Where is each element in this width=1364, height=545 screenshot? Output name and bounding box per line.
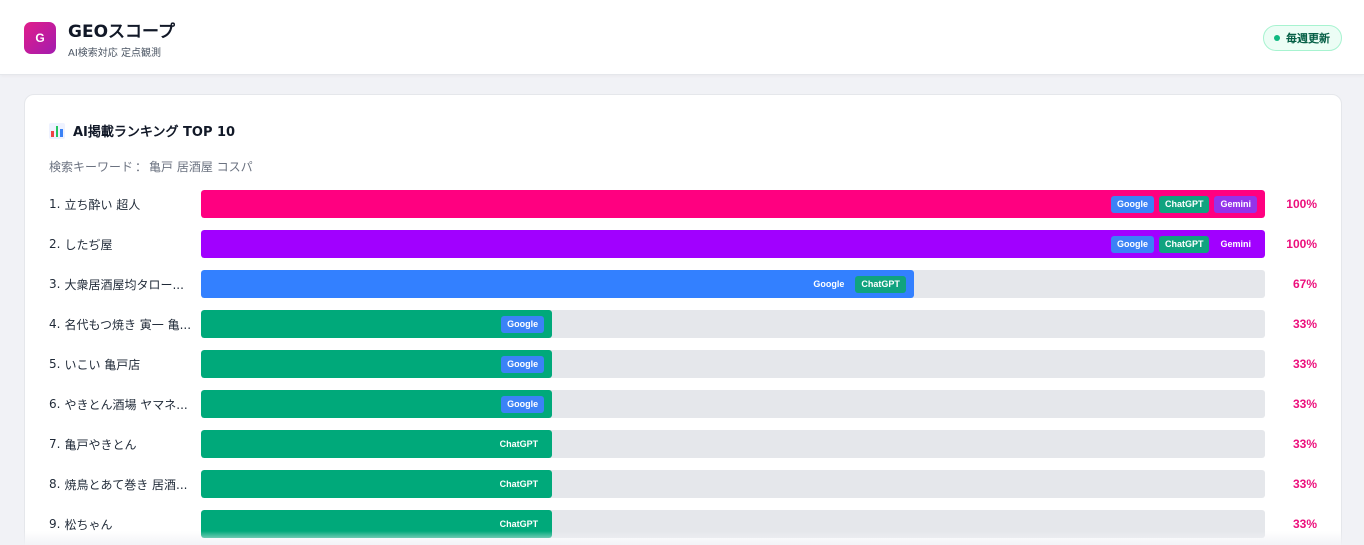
ranking-row: 4. 名代もつ焼き 寅一 亀... Google 33%	[49, 310, 1319, 350]
percent-value: 33%	[1292, 357, 1317, 371]
rank-label: 1. 立ち酔い 超人	[49, 190, 194, 218]
percent-value: 33%	[1292, 397, 1317, 411]
update-badge-label: 毎週更新	[1286, 32, 1330, 45]
source-badge-chatgpt: ChatGPT	[499, 519, 539, 529]
rank-label: 2. したぢ屋	[49, 230, 194, 258]
bar-fill: ChatGPT	[201, 470, 553, 498]
restaurant-name: 松ちゃん	[64, 517, 113, 532]
ranking-card: AI掲載ランキング TOP 10 検索キーワード：亀戸 居酒屋 コスパ 1. 立ち…	[24, 94, 1342, 545]
source-badge-chatgpt: ChatGPT	[1158, 235, 1210, 253]
source-badge-chatgpt: ChatGPT	[499, 439, 539, 449]
app-subtitle: AI検索対応 定点観測	[68, 48, 161, 59]
restaurant-name: 名代もつ焼き 寅一 亀...	[64, 317, 192, 332]
bar-track: Google ChatGPT	[201, 270, 1265, 298]
logo-letter: G	[35, 31, 45, 45]
source-badge-google: Google	[501, 395, 545, 413]
rank-label: 8. 焼鳥とあて巻き 居酒...	[49, 470, 194, 498]
source-badge-chatgpt: ChatGPT	[499, 479, 539, 489]
rank-number: 2.	[49, 237, 61, 251]
bar-fill: ChatGPT	[201, 430, 553, 458]
rank-number: 7.	[49, 437, 61, 451]
percent-value: 33%	[1292, 317, 1317, 331]
rank-number: 8.	[49, 477, 61, 491]
rank-label: 4. 名代もつ焼き 寅一 亀...	[49, 310, 194, 338]
weekly-update-badge: 毎週更新	[1263, 25, 1342, 51]
ranking-row: 9. 松ちゃん ChatGPT 33%	[49, 510, 1319, 545]
source-badge-gemini: Gemini	[1214, 195, 1257, 213]
bar-track: ChatGPT	[201, 430, 1265, 458]
ranking-row: 6. やきとん酒場 ヤマネ... Google 33%	[49, 390, 1319, 430]
ranking-row: 2. したぢ屋 Google ChatGPT Gemini 100%	[49, 230, 1319, 270]
ranking-heading: AI掲載ランキング TOP 10	[49, 121, 235, 140]
bar-fill: Google ChatGPT Gemini	[201, 190, 1265, 218]
percent-value: 100%	[1286, 237, 1317, 251]
rank-number: 6.	[49, 397, 61, 411]
source-badge-google: Google	[501, 355, 545, 373]
restaurant-name: いこい 亀戸店	[64, 357, 141, 372]
rank-number: 5.	[49, 357, 61, 371]
rank-label: 3. 大衆居酒屋均タロー...	[49, 270, 194, 298]
restaurant-name: やきとん酒場 ヤマネ...	[64, 397, 188, 412]
percent-value: 33%	[1292, 517, 1317, 531]
keyword-separator: ：	[135, 160, 148, 174]
keyword-value: 亀戸 居酒屋 コスパ	[149, 160, 253, 174]
ranking-row: 5. いこい 亀戸店 Google 33%	[49, 350, 1319, 390]
restaurant-name: 亀戸やきとん	[64, 437, 137, 452]
bar-track: ChatGPT	[201, 510, 1265, 538]
percent-value: 67%	[1292, 277, 1317, 291]
source-badge-google: Google	[501, 315, 545, 333]
rank-label: 9. 松ちゃん	[49, 510, 194, 538]
restaurant-name: 焼鳥とあて巻き 居酒...	[64, 477, 188, 492]
bar-track: Google ChatGPT Gemini	[201, 190, 1265, 218]
ranking-row: 7. 亀戸やきとん ChatGPT 33%	[49, 430, 1319, 470]
rank-label: 6. やきとん酒場 ヤマネ...	[49, 390, 194, 418]
bar-fill: Google	[201, 350, 553, 378]
bar-track: Google ChatGPT Gemini	[201, 230, 1265, 258]
rank-number: 4.	[49, 317, 61, 331]
search-keyword: 検索キーワード：亀戸 居酒屋 コスパ	[49, 158, 253, 175]
source-badge-google: Google	[1110, 235, 1154, 253]
percent-value: 100%	[1286, 197, 1317, 211]
bar-fill: Google ChatGPT Gemini	[201, 230, 1265, 258]
status-dot-icon	[1274, 35, 1280, 41]
rank-number: 1.	[49, 197, 61, 211]
percent-value: 33%	[1292, 477, 1317, 491]
app-header: G GEOスコープ AI検索対応 定点観測 毎週更新	[0, 0, 1364, 75]
bar-fill: Google	[201, 390, 553, 418]
restaurant-name: 立ち酔い 超人	[64, 197, 141, 212]
rank-label: 7. 亀戸やきとん	[49, 430, 194, 458]
ranking-title: AI掲載ランキング TOP 10	[73, 125, 236, 140]
bar-track: Google	[201, 310, 1265, 338]
bar-chart-icon	[49, 122, 65, 139]
logo-icon: G	[24, 22, 56, 54]
source-badge-gemini: Gemini	[1220, 239, 1251, 249]
bar-fill: ChatGPT	[201, 510, 553, 538]
rank-label: 5. いこい 亀戸店	[49, 350, 194, 378]
source-badge-chatgpt: ChatGPT	[855, 275, 906, 293]
restaurant-name: 大衆居酒屋均タロー...	[64, 277, 184, 292]
bar-fill: Google ChatGPT	[201, 270, 914, 298]
bar-track: ChatGPT	[201, 470, 1265, 498]
bar-fill: Google	[201, 310, 553, 338]
source-badge-google: Google	[1110, 195, 1154, 213]
bar-track: Google	[201, 390, 1265, 418]
percent-value: 33%	[1292, 437, 1317, 451]
source-badge-google: Google	[813, 279, 845, 289]
source-badge-chatgpt: ChatGPT	[1158, 195, 1210, 213]
ranking-row: 8. 焼鳥とあて巻き 居酒... ChatGPT 33%	[49, 470, 1319, 510]
rank-number: 9.	[49, 517, 61, 531]
rank-number: 3.	[49, 277, 61, 291]
restaurant-name: したぢ屋	[64, 237, 113, 252]
ranking-row: 3. 大衆居酒屋均タロー... Google ChatGPT 67%	[49, 270, 1319, 310]
app-title: GEOスコープ	[68, 22, 175, 42]
keyword-label: 検索キーワード	[49, 160, 134, 174]
bar-track: Google	[201, 350, 1265, 378]
ranking-row: 1. 立ち酔い 超人 Google ChatGPT Gemini 100%	[49, 190, 1319, 230]
ranking-chart: 1. 立ち酔い 超人 Google ChatGPT Gemini 100% 2. したぢ屋 Go…	[49, 190, 1319, 545]
